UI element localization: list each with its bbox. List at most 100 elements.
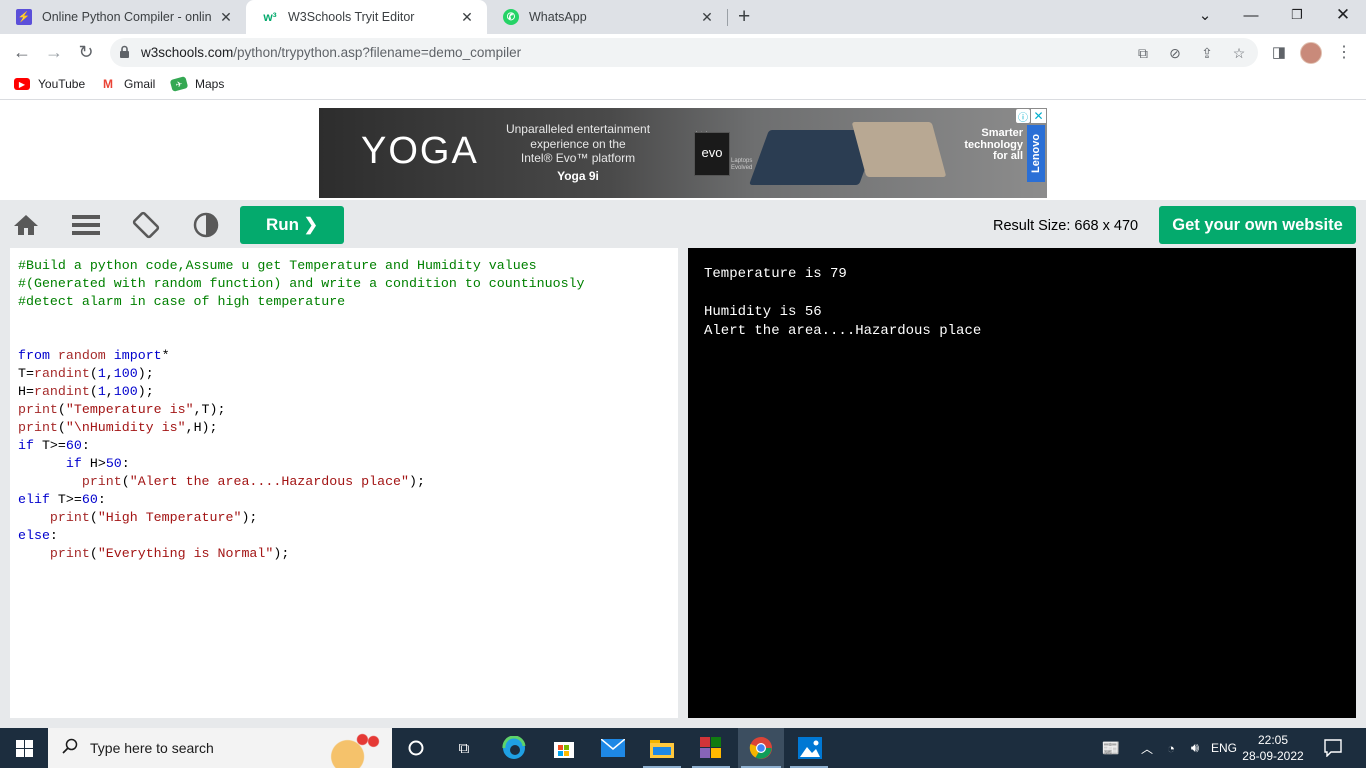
- url-text[interactable]: w3schools.com/python/trypython.asp?filen…: [141, 45, 521, 60]
- code-line[interactable]: print("Everything is Normal");: [18, 545, 585, 563]
- rotate-layout-icon[interactable]: [131, 210, 161, 240]
- code-line[interactable]: #detect alarm in case of high temperatur…: [18, 293, 585, 311]
- restore-button[interactable]: ❐: [1274, 0, 1320, 30]
- avatar[interactable]: [1300, 42, 1322, 64]
- output-line: Humidity is 56: [704, 304, 822, 320]
- back-button[interactable]: ←: [10, 40, 34, 64]
- tab-search-icon[interactable]: ⌄: [1182, 0, 1228, 30]
- url-path: /python/trypython.asp?filename=demo_comp…: [233, 45, 522, 60]
- ad-evo-badge: evo: [694, 132, 730, 176]
- ad-text: Unparalleled entertainment experience on…: [487, 122, 669, 166]
- new-tab-button[interactable]: +: [738, 5, 750, 29]
- news-widget-icon[interactable]: 📰: [1097, 734, 1125, 762]
- side-panel-icon[interactable]: ◨: [1267, 40, 1291, 64]
- chrome-icon[interactable]: [747, 734, 775, 762]
- volume-icon[interactable]: 🔊︎: [1181, 734, 1209, 762]
- close-tab-icon[interactable]: ✕: [699, 9, 715, 26]
- taskbar-search[interactable]: Type here to search: [48, 728, 392, 768]
- home-icon[interactable]: [11, 210, 41, 240]
- ad-brand: Lenovo: [1027, 125, 1045, 182]
- code-line[interactable]: [18, 329, 585, 347]
- w3schools-icon: w³: [262, 9, 278, 25]
- ad-laptops: Laptops Evolved: [731, 158, 752, 172]
- tab-online-python[interactable]: ⚡ Online Python Compiler - online ✕: [0, 0, 246, 34]
- ad-line: experience on the: [530, 136, 626, 151]
- code-line[interactable]: [18, 311, 585, 329]
- tab-title: Online Python Compiler - online: [42, 10, 212, 24]
- task-view-icon[interactable]: ⧉: [450, 734, 478, 762]
- code-line[interactable]: elif T>=60:: [18, 491, 585, 509]
- code-line[interactable]: print("\nHumidity is",H);: [18, 419, 585, 437]
- ad-slogan-line: Smarter: [981, 127, 1023, 139]
- menu-lines-icon[interactable]: [71, 210, 101, 240]
- bookmarks-bar: ▶ YouTube M Gmail ✈ Maps: [0, 70, 1366, 100]
- ad-close-icon[interactable]: ✕: [1031, 109, 1046, 123]
- code-line[interactable]: else:: [18, 527, 585, 545]
- search-placeholder: Type here to search: [90, 740, 214, 756]
- tab-separator: [727, 9, 728, 26]
- address-bar[interactable]: w3schools.com/python/trypython.asp?filen…: [110, 38, 1258, 67]
- code-line[interactable]: #Build a python code,Assume u get Temper…: [18, 257, 585, 275]
- cortana-icon[interactable]: [402, 734, 430, 762]
- office-app-icon[interactable]: [697, 734, 725, 762]
- ad-slogan: Smarter technology for all: [947, 127, 1023, 163]
- code-lines[interactable]: #Build a python code,Assume u get Temper…: [18, 257, 585, 563]
- forward-button[interactable]: →: [42, 40, 66, 64]
- notification-icon[interactable]: [1319, 734, 1347, 762]
- tab-whatsapp[interactable]: ✆ WhatsApp ✕: [487, 0, 727, 34]
- tab-w3schools[interactable]: w³ W3Schools Tryit Editor ✕: [246, 0, 487, 34]
- bookmark-label: Maps: [195, 77, 225, 91]
- close-tab-icon[interactable]: ✕: [218, 9, 234, 26]
- tab-title: W3Schools Tryit Editor: [288, 10, 415, 24]
- share-icon[interactable]: ⇪: [1199, 45, 1215, 61]
- code-line[interactable]: print("Alert the area....Hazardous place…: [18, 473, 585, 491]
- output-line: Alert the area....Hazardous place: [704, 323, 982, 339]
- contrast-icon[interactable]: [191, 210, 221, 240]
- lock-icon[interactable]: [119, 45, 130, 64]
- close-window-button[interactable]: ✕: [1320, 0, 1366, 30]
- url-host: w3schools.com: [141, 45, 234, 60]
- clock-time: 22:05: [1257, 733, 1289, 747]
- clock-date: 28-09-2022: [1242, 749, 1304, 763]
- ad-info-icon[interactable]: ⓘ: [1016, 109, 1030, 124]
- bookmark-maps[interactable]: ✈ Maps: [169, 76, 225, 92]
- code-line[interactable]: T=randint(1,100);: [18, 365, 585, 383]
- run-button[interactable]: Run ❯: [240, 206, 344, 244]
- edge-icon[interactable]: [500, 734, 528, 762]
- code-line[interactable]: H=randint(1,100);: [18, 383, 585, 401]
- eye-off-icon[interactable]: ⊘: [1167, 45, 1183, 61]
- code-line[interactable]: from random import*: [18, 347, 585, 365]
- mail-icon[interactable]: [599, 734, 627, 762]
- translate-icon[interactable]: ⧉: [1135, 45, 1151, 61]
- get-website-button[interactable]: Get your own website: [1159, 206, 1356, 244]
- bookmark-gmail[interactable]: M Gmail: [100, 77, 155, 91]
- youtube-icon: ▶: [14, 78, 30, 90]
- store-icon[interactable]: [550, 734, 578, 762]
- windows-start-icon[interactable]: [0, 728, 48, 768]
- language-indicator[interactable]: ENG: [1211, 741, 1237, 755]
- file-explorer-icon[interactable]: [648, 734, 676, 762]
- code-line[interactable]: print("Temperature is",T);: [18, 401, 585, 419]
- code-line[interactable]: if T>=60:: [18, 437, 585, 455]
- code-line[interactable]: #(Generated with random function) and wr…: [18, 275, 585, 293]
- search-highlight-image: [318, 730, 392, 768]
- advertisement-banner[interactable]: YOGA Unparalleled entertainment experien…: [319, 108, 1047, 198]
- ad-product: Yoga 9i: [557, 169, 599, 183]
- bookmark-star-icon[interactable]: ☆: [1231, 45, 1247, 61]
- menu-icon[interactable]: ⋮: [1332, 40, 1356, 64]
- bookmark-label: Gmail: [124, 77, 156, 91]
- reload-button[interactable]: ↻: [74, 40, 98, 64]
- whatsapp-icon: ✆: [503, 9, 519, 25]
- photos-icon[interactable]: [796, 734, 824, 762]
- minimize-button[interactable]: —: [1228, 0, 1274, 30]
- bookmark-youtube[interactable]: ▶ YouTube: [14, 77, 85, 91]
- code-line[interactable]: if H>50:: [18, 455, 585, 473]
- result-size-label: Result Size: 668 x 470: [993, 218, 1139, 234]
- lightning-icon: ⚡: [16, 9, 32, 25]
- code-editor[interactable]: #Build a python code,Assume u get Temper…: [10, 248, 678, 718]
- code-line[interactable]: print("High Temperature");: [18, 509, 585, 527]
- clock[interactable]: 22:05 28-09-2022: [1242, 732, 1304, 764]
- close-tab-icon[interactable]: ✕: [459, 9, 475, 26]
- output-line: Temperature is 79: [704, 266, 847, 282]
